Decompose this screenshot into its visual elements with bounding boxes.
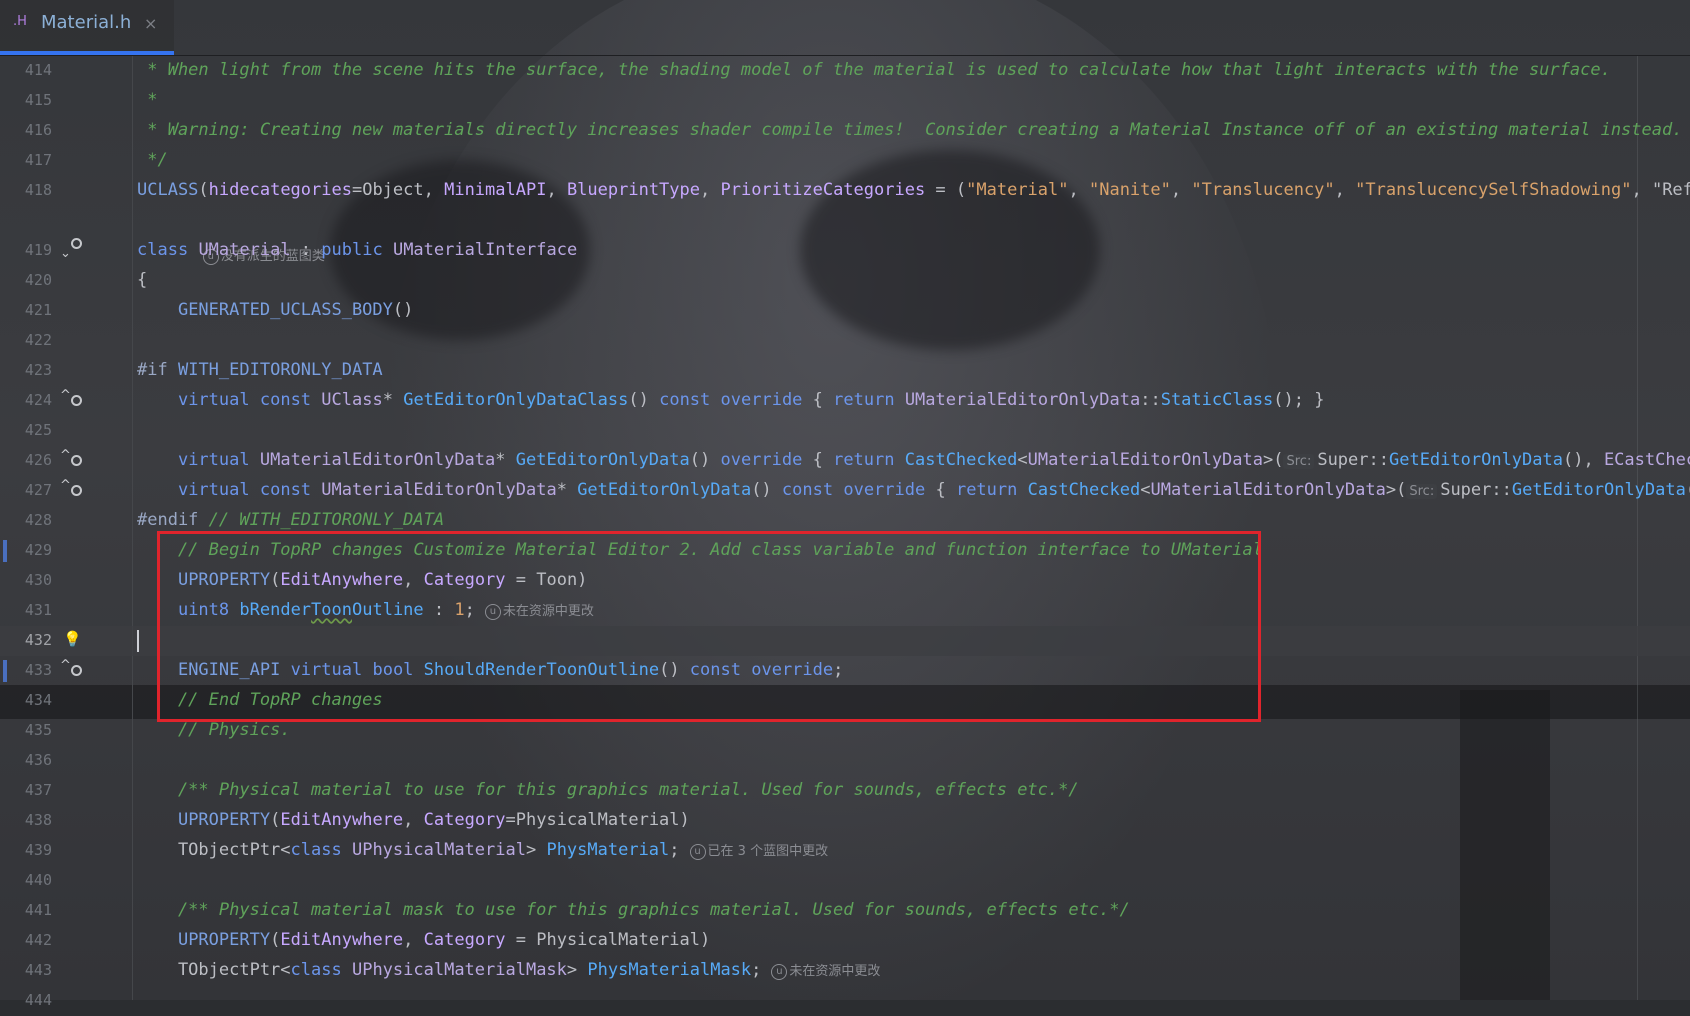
code-text: virtual const UMaterialEditorOnlyData* G…	[177, 480, 1690, 500]
line-number: 417	[24, 151, 52, 169]
line-number: 422	[24, 331, 52, 349]
code-line[interactable]: 444	[0, 986, 1690, 1016]
line-number: 418	[24, 181, 52, 199]
code-text: {	[137, 270, 148, 290]
hint-text: 已在 3 个蓝图中更改	[707, 844, 829, 859]
code-line[interactable]: 426 ^ virtual UMaterialEditorOnlyData* G…	[0, 446, 1690, 476]
code-line[interactable]: 415 *	[0, 86, 1690, 116]
line-number: 425	[24, 421, 52, 439]
line-number: 437	[24, 781, 52, 799]
line-number: 420	[24, 271, 52, 289]
override-gutter-icon[interactable]: ^	[58, 478, 88, 502]
code-text: *	[137, 90, 158, 110]
code-text: /** Physical material to use for this gr…	[137, 780, 1079, 800]
code-text: * Warning: Creating new materials direct…	[137, 120, 1683, 140]
code-line[interactable]: 438 UPROPERTY(EditAnywhere, Category=Phy…	[0, 806, 1690, 836]
code-line[interactable]: 419 ⌄ class UMaterial : public UMaterial…	[0, 236, 1690, 266]
code-line[interactable]: 423 #if WITH_EDITORONLY_DATA	[0, 356, 1690, 386]
line-number: 434	[24, 691, 52, 709]
hint-text: 未在资源中更改	[789, 964, 881, 979]
code-text: class UMaterial : public UMaterialInterf…	[137, 240, 578, 260]
code-line[interactable]: 418 UCLASS(hidecategories=Object, Minima…	[0, 176, 1690, 206]
code-text: UPROPERTY(EditAnywhere, Category=Physica…	[177, 810, 690, 830]
code-line[interactable]: 421 GENERATED_UCLASS_BODY()	[0, 296, 1690, 326]
line-number: 426	[24, 451, 52, 469]
line-number: 435	[24, 721, 52, 739]
line-number: 432	[24, 631, 52, 649]
derived-classes-gutter-icon[interactable]: ⌄	[58, 238, 88, 262]
tab-filename: Material.h	[41, 12, 132, 33]
line-number: 431	[24, 601, 52, 619]
code-hint[interactable]: u 未在资源中更改	[771, 960, 880, 980]
text-caret	[137, 630, 139, 652]
code-line[interactable]: 443 TObjectPtr<class UPhysicalMaterialMa…	[0, 956, 1690, 986]
close-icon[interactable]: ×	[144, 14, 157, 33]
code-text: virtual UMaterialEditorOnlyData* GetEdit…	[177, 450, 1690, 470]
line-number: 416	[24, 121, 52, 139]
code-line[interactable]: 420 {	[0, 266, 1690, 296]
editor-tab-bar: .H Material.h ×	[0, 0, 1690, 56]
code-line[interactable]: 424 ^ virtual const UClass* GetEditorOnl…	[0, 386, 1690, 416]
code-line[interactable]: 442 UPROPERTY(EditAnywhere, Category = P…	[0, 926, 1690, 956]
code-line[interactable]: 417 */	[0, 146, 1690, 176]
code-text: */	[137, 150, 168, 170]
code-text: #if WITH_EDITORONLY_DATA	[137, 360, 383, 380]
highlight-annotation-box	[157, 531, 1261, 722]
unreal-icon: u	[771, 963, 788, 980]
line-number: 440	[24, 871, 52, 889]
code-line[interactable]: 441 /** Physical material mask to use fo…	[0, 896, 1690, 926]
line-number: 443	[24, 961, 52, 979]
code-line[interactable]: 436	[0, 746, 1690, 776]
line-number: 419	[24, 241, 52, 259]
code-line[interactable]: 437 /** Physical material to use for thi…	[0, 776, 1690, 806]
override-gutter-icon[interactable]: ^	[58, 448, 88, 472]
active-tab-indicator	[0, 51, 174, 55]
line-number: 442	[24, 931, 52, 949]
override-gutter-icon[interactable]: ^	[58, 388, 88, 412]
line-number: 415	[24, 91, 52, 109]
line-number: 423	[24, 361, 52, 379]
line-number: 438	[24, 811, 52, 829]
code-text: UPROPERTY(EditAnywhere, Category = Physi…	[177, 930, 711, 950]
code-text: TObjectPtr<class UPhysicalMaterial> Phys…	[137, 840, 829, 860]
code-hint[interactable]: u 已在 3 个蓝图中更改	[689, 840, 829, 860]
line-number: 428	[24, 511, 52, 529]
line-number: 433	[24, 661, 52, 679]
code-text: #endif // WITH_EDITORONLY_DATA	[137, 510, 445, 530]
override-gutter-icon[interactable]: ^	[58, 658, 88, 682]
code-text: * When light from the scene hits the sur…	[137, 60, 1611, 80]
code-text: virtual const UClass* GetEditorOnlyDataC…	[177, 390, 1325, 410]
code-line[interactable]: 439 TObjectPtr<class UPhysicalMaterial> …	[0, 836, 1690, 866]
line-number: 436	[24, 751, 52, 769]
code-line[interactable]: 422	[0, 326, 1690, 356]
code-line[interactable]: 427 ^ virtual const UMaterialEditorOnlyD…	[0, 476, 1690, 506]
code-text: GENERATED_UCLASS_BODY()	[177, 300, 414, 320]
line-number: 421	[24, 301, 52, 319]
line-number: 414	[24, 61, 52, 79]
code-line[interactable]: 414 * When light from the scene hits the…	[0, 56, 1690, 86]
lightbulb-icon[interactable]: 💡	[63, 630, 82, 648]
line-number: 444	[24, 991, 52, 1009]
code-line[interactable]: 416 * Warning: Creating new materials di…	[0, 116, 1690, 146]
header-file-icon: .H	[13, 14, 27, 29]
line-number: 430	[24, 571, 52, 589]
tab-material-h[interactable]: .H Material.h ×	[0, 0, 174, 55]
unreal-icon: u	[689, 843, 706, 860]
code-text: TObjectPtr<class UPhysicalMaterialMask> …	[137, 960, 881, 980]
code-text: UCLASS(hidecategories=Object, MinimalAPI…	[137, 180, 1690, 200]
code-line[interactable]: 440	[0, 866, 1690, 896]
code-hint-line: u 没有派生的蓝图类	[0, 206, 1690, 265]
code-text: /** Physical material mask to use for th…	[137, 900, 1130, 920]
line-number: 427	[24, 481, 52, 499]
code-line[interactable]: 425	[0, 416, 1690, 446]
line-number: 424	[24, 391, 52, 409]
code-text: // Physics.	[137, 720, 291, 740]
line-number: 441	[24, 901, 52, 919]
line-number: 439	[24, 841, 52, 859]
line-number: 429	[24, 541, 52, 559]
